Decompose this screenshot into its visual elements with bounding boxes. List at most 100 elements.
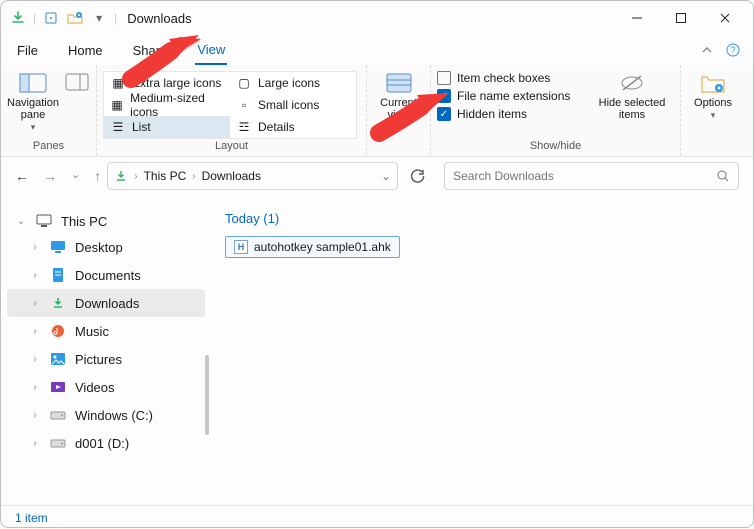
breadcrumb-this-pc[interactable]: This PC: [144, 169, 187, 183]
preview-pane-button[interactable]: [65, 69, 90, 91]
menu-home[interactable]: Home: [66, 37, 105, 64]
sidebar-item-label: d001 (D:): [75, 436, 129, 451]
ribbon: Navigation pane ▾ Panes ▦Extra large ico…: [1, 65, 753, 157]
search-icon: [716, 169, 730, 183]
recent-chevron-down-icon[interactable]: ⌄: [71, 168, 80, 184]
options-label: Options: [694, 97, 732, 109]
sidebar-item-label: Downloads: [75, 296, 139, 311]
qat-properties-icon[interactable]: [40, 7, 62, 29]
sidebar-item-label: Desktop: [75, 240, 123, 255]
close-button[interactable]: [703, 3, 747, 33]
chevron-right-icon[interactable]: ›: [29, 354, 41, 365]
sidebar-item-pictures[interactable]: ›Pictures: [7, 345, 205, 373]
layout-details[interactable]: ☲Details: [230, 116, 356, 138]
hide-selected-items-button[interactable]: Hide selected items: [597, 69, 667, 121]
qat-chevron-down-icon[interactable]: ▾: [88, 7, 110, 29]
chevron-right-icon[interactable]: ›: [29, 326, 41, 337]
sidebar-item-label: Windows (C:): [75, 408, 153, 423]
chevron-right-icon[interactable]: ›: [192, 171, 195, 182]
sidebar-item-windows-c-[interactable]: › Windows (C:): [7, 401, 205, 429]
download-icon: [49, 295, 67, 311]
options-icon: [698, 71, 728, 95]
pic-icon: [49, 351, 67, 367]
checkbox-file-name-extensions[interactable]: ✓ File name extensions: [437, 89, 587, 103]
chevron-right-icon[interactable]: ›: [29, 410, 41, 421]
svg-text:?: ?: [730, 45, 735, 55]
checkbox-item-check-boxes[interactable]: Item check boxes: [437, 71, 587, 85]
sidebar-item-desktop[interactable]: › Desktop: [7, 233, 205, 261]
forward-button[interactable]: →: [43, 168, 57, 184]
chevron-down-icon: ▾: [31, 123, 36, 133]
ribbon-group-layout: Layout: [103, 140, 360, 154]
qat-newfolder-icon[interactable]: [64, 7, 86, 29]
chevron-right-icon[interactable]: ›: [134, 171, 137, 182]
address-dropdown-icon[interactable]: ⌄: [381, 169, 391, 183]
sidebar-item-videos[interactable]: ›Videos: [7, 373, 205, 401]
hide-icon: [617, 71, 647, 95]
tree-root-this-pc[interactable]: ⌄ This PC: [7, 209, 205, 233]
ribbon-collapse-icon[interactable]: [697, 40, 717, 60]
layout-large-icons[interactable]: ▢Large icons: [230, 72, 356, 94]
grid-icon: ▢: [236, 76, 252, 90]
current-view-icon: [384, 71, 414, 95]
layout-small-icons[interactable]: ▫Small icons: [230, 94, 356, 116]
titlebar: | ▾ | Downloads: [1, 1, 753, 35]
address-bar[interactable]: › This PC › Downloads ⌄: [107, 162, 398, 190]
grid-icon: ▫: [236, 98, 252, 112]
up-button[interactable]: ↑: [94, 168, 101, 184]
file-listing: Today (1) H autohotkey sample01.ahk: [211, 195, 753, 505]
options-button[interactable]: Options ▾: [687, 69, 739, 121]
chevron-right-icon[interactable]: ›: [29, 270, 41, 281]
grid-icon: ▦: [110, 76, 126, 90]
status-text: 1 item: [15, 511, 48, 525]
checkbox-hidden-items[interactable]: ✓ Hidden items: [437, 107, 587, 121]
current-view-button[interactable]: Current view ▾: [373, 69, 424, 133]
minimize-button[interactable]: [615, 3, 659, 33]
sidebar-item-documents[interactable]: ›Documents: [7, 261, 205, 289]
sidebar-item-downloads[interactable]: › Downloads: [7, 289, 205, 317]
navigation-pane-icon: [18, 71, 48, 95]
separator: |: [114, 11, 117, 25]
sidebar-item-d001-d-[interactable]: › d001 (D:): [7, 429, 205, 457]
doc-icon: [49, 267, 67, 283]
layout-list[interactable]: ☰List: [104, 116, 230, 138]
ahk-file-icon: H: [234, 240, 248, 254]
music-icon: [49, 323, 67, 339]
menu-share[interactable]: Share: [131, 37, 170, 64]
app-download-icon: [7, 7, 29, 29]
chevron-right-icon[interactable]: ›: [29, 298, 41, 309]
breadcrumb-downloads[interactable]: Downloads: [202, 169, 261, 183]
maximize-button[interactable]: [659, 3, 703, 33]
group-header[interactable]: Today (1): [225, 211, 739, 226]
video-icon: [49, 379, 67, 395]
ribbon-group-showhide: Show/hide: [437, 140, 674, 154]
chevron-down-icon: ▾: [711, 111, 716, 121]
chevron-down-icon[interactable]: ⌄: [15, 216, 27, 227]
layout-medium-icons[interactable]: ▦Medium-sized icons: [104, 94, 230, 116]
sidebar: ⌄ This PC ›Desktop›Documents›Downloads›M…: [1, 195, 211, 505]
menu-file[interactable]: File: [15, 37, 40, 64]
sidebar-item-label: Music: [75, 324, 109, 339]
drive-icon: [49, 407, 67, 423]
refresh-button[interactable]: [404, 162, 432, 190]
chevron-right-icon[interactable]: ›: [29, 242, 41, 253]
chevron-right-icon[interactable]: ›: [29, 438, 41, 449]
pc-icon: [35, 213, 53, 229]
details-icon: ☲: [236, 120, 252, 134]
menu-view[interactable]: View: [195, 36, 227, 65]
layout-view-selector[interactable]: ▦Extra large icons ▢Large icons ▦Medium-…: [103, 71, 357, 139]
chevron-right-icon[interactable]: ›: [29, 382, 41, 393]
search-placeholder: Search Downloads: [453, 169, 554, 183]
search-input[interactable]: Search Downloads: [444, 162, 739, 190]
window-title: Downloads: [127, 11, 191, 26]
grid-icon: ▦: [110, 98, 124, 112]
sidebar-item-music[interactable]: › Music: [7, 317, 205, 345]
help-icon[interactable]: ?: [723, 40, 743, 60]
scrollbar-thumb[interactable]: [205, 355, 209, 435]
navigation-pane-button[interactable]: Navigation pane ▾: [7, 69, 59, 133]
menubar: File Home Share View ?: [1, 35, 753, 65]
back-button[interactable]: ←: [15, 168, 29, 184]
navigation-pane-label: Navigation pane: [7, 97, 59, 121]
file-item[interactable]: H autohotkey sample01.ahk: [225, 236, 400, 258]
navbar: ← → ⌄ ↑ › This PC › Downloads ⌄ Search D…: [1, 157, 753, 195]
